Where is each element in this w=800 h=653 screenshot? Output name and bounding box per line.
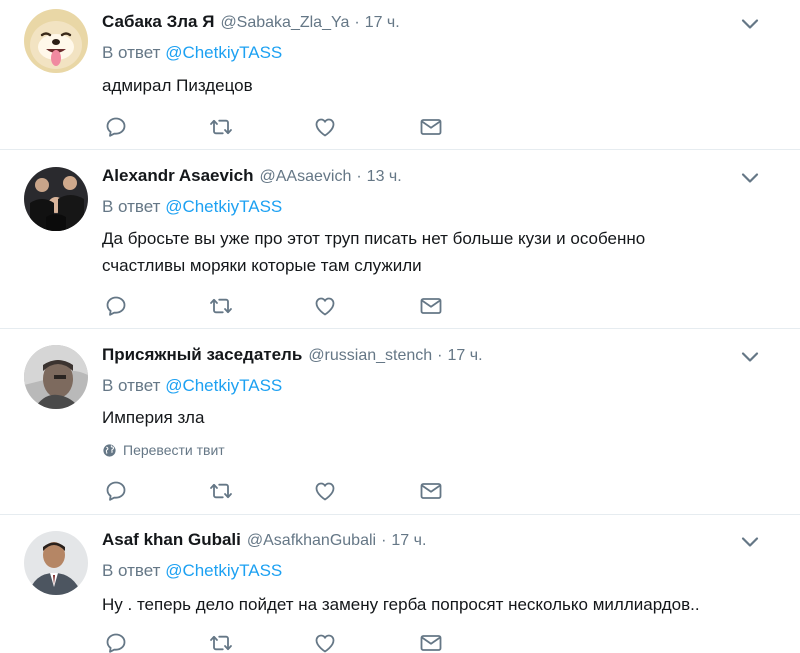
envelope-icon[interactable] <box>419 631 443 653</box>
globe-icon <box>102 443 117 458</box>
reply-icon[interactable] <box>104 479 128 503</box>
author-name[interactable]: Asaf khan Gubali <box>102 530 241 550</box>
retweet-icon[interactable] <box>209 294 233 318</box>
chevron-down-icon[interactable] <box>740 171 760 185</box>
reply-icon[interactable] <box>104 115 128 139</box>
reply-icon[interactable] <box>104 294 128 318</box>
reply-mention-link[interactable]: @ChetkiyTASS <box>165 376 282 395</box>
reply-prefix: В ответ <box>102 376 161 395</box>
tweet-text-line: Да бросьте вы уже про этот труп писать н… <box>102 229 646 248</box>
reply-mention-link[interactable]: @ChetkiyTASS <box>165 561 282 580</box>
man-suit-avatar[interactable] <box>24 531 88 595</box>
author-name[interactable]: Присяжный заседатель <box>102 345 302 365</box>
heart-icon[interactable] <box>313 294 337 318</box>
tweet-item[interactable]: Сабака Зла Я @Sabaka_Zla_Ya · 17 ч. В от… <box>0 0 800 150</box>
envelope-icon[interactable] <box>419 479 443 503</box>
author-handle[interactable]: @AsafkhanGubali <box>247 532 376 550</box>
tweet-timestamp[interactable]: 17 ч. <box>448 347 483 365</box>
tweet-text: Империя зла <box>102 408 205 427</box>
reply-context: В ответ @ChetkiyTASS <box>102 43 282 63</box>
envelope-icon[interactable] <box>419 294 443 318</box>
reply-context: В ответ @ChetkiyTASS <box>102 561 282 581</box>
translate-label: Перевести твит <box>123 442 225 458</box>
tweet-item[interactable]: Присяжный заседатель @russian_stench · 1… <box>0 329 800 515</box>
author-handle[interactable]: @Sabaka_Zla_Ya <box>220 14 349 32</box>
separator-dot: · <box>354 14 360 31</box>
tweet-text: Ну . теперь дело пойдет на замену герба … <box>102 595 700 614</box>
retweet-icon[interactable] <box>209 479 233 503</box>
heart-icon[interactable] <box>313 115 337 139</box>
tweet-timestamp[interactable]: 17 ч. <box>391 532 426 550</box>
dog-avatar[interactable] <box>24 9 88 73</box>
retweet-icon[interactable] <box>209 115 233 139</box>
reply-mention-link[interactable]: @ChetkiyTASS <box>165 43 282 62</box>
man-portrait-avatar[interactable] <box>24 345 88 409</box>
tweet-timestamp[interactable]: 17 ч. <box>365 14 400 32</box>
tweet-item[interactable]: Asaf khan Gubali @AsafkhanGubali · 17 ч.… <box>0 515 800 653</box>
tweet-item[interactable]: Alexandr Asaevich @AAsaevich · 13 ч. В о… <box>0 150 800 329</box>
separator-dot: · <box>381 532 387 549</box>
reply-icon[interactable] <box>104 631 128 653</box>
reply-prefix: В ответ <box>102 197 161 216</box>
heart-icon[interactable] <box>313 631 337 653</box>
tweet-text: Да бросьте вы уже про этот труп писать н… <box>102 225 752 279</box>
author-handle[interactable]: @russian_stench <box>308 347 432 365</box>
reply-prefix: В ответ <box>102 43 161 62</box>
chevron-down-icon[interactable] <box>740 17 760 31</box>
author-name[interactable]: Сабака Зла Я <box>102 12 214 32</box>
separator-dot: · <box>437 347 443 364</box>
tweet-timestamp[interactable]: 13 ч. <box>367 168 402 186</box>
retweet-icon[interactable] <box>209 631 233 653</box>
author-name[interactable]: Alexandr Asaevich <box>102 166 254 186</box>
reply-prefix: В ответ <box>102 561 161 580</box>
reply-context: В ответ @ChetkiyTASS <box>102 376 282 396</box>
reply-context: В ответ @ChetkiyTASS <box>102 197 282 217</box>
tweet-text: адмирал Пиздецов <box>102 76 253 95</box>
group-photo-avatar[interactable] <box>24 167 88 231</box>
chevron-down-icon[interactable] <box>740 350 760 364</box>
envelope-icon[interactable] <box>419 115 443 139</box>
translate-tweet-link[interactable]: Перевести твит <box>102 442 225 458</box>
author-handle[interactable]: @AAsaevich <box>260 168 352 186</box>
reply-mention-link[interactable]: @ChetkiyTASS <box>165 197 282 216</box>
tweet-text-line: счастливы моряки которые там служили <box>102 256 422 275</box>
chevron-down-icon[interactable] <box>740 535 760 549</box>
heart-icon[interactable] <box>313 479 337 503</box>
separator-dot: · <box>356 168 362 185</box>
